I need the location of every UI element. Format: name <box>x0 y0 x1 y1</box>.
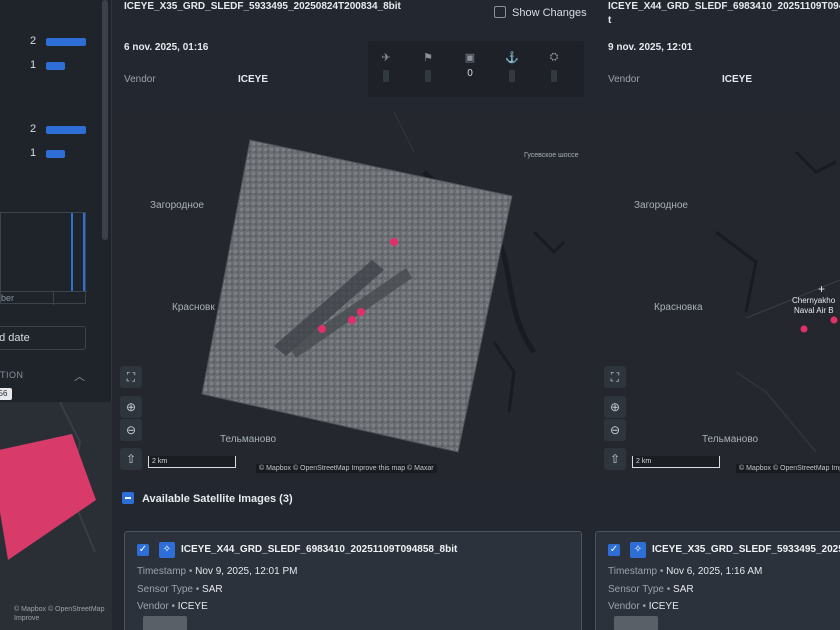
vendor-row: Vendor • ICEYE <box>137 601 208 612</box>
image-card-title: ICEYE_X35_GRD_SLEDF_5933495_20250 <box>652 544 840 555</box>
image-card[interactable]: ✓ ✧ ICEYE_X44_GRD_SLEDF_6983410_20251109… <box>124 531 582 630</box>
map-attribution[interactable]: © Mapbox © OpenStreetMap Improve this ma… <box>736 464 840 473</box>
map-place-label: Тельманово <box>702 434 759 445</box>
divider <box>1 291 87 292</box>
satellite-image-overlay <box>201 139 513 453</box>
end-date-button[interactable]: nd date <box>0 326 86 350</box>
airport-icon: + <box>818 282 826 296</box>
map-attribution[interactable]: © Mapbox © OpenStreetMap Improve <box>14 605 112 623</box>
plane-icon[interactable]: ✈ <box>376 51 396 82</box>
right-image-title: ICEYE_X44_GRD_SLEDF_6983410_20251109T094… <box>608 1 840 26</box>
checkbox-icon[interactable] <box>494 6 506 18</box>
sidebar-scrollbar[interactable] <box>102 0 108 240</box>
left-vendor-value: ICEYE <box>238 74 269 85</box>
compass-button[interactable]: ⇧ <box>120 448 142 470</box>
sidebar-mini-map[interactable] <box>0 402 112 630</box>
map-place-label: Гусевское шоссе <box>524 152 579 159</box>
count-badge: 56 <box>0 388 12 400</box>
detection-marker <box>318 325 326 333</box>
sensor-row: Sensor Type • SAR <box>608 584 694 595</box>
detection-marker <box>800 325 808 333</box>
image-thumbnail[interactable] <box>143 616 187 630</box>
area-of-interest-polygon <box>0 434 96 560</box>
show-changes-toggle[interactable]: Show Changes <box>494 6 587 19</box>
zoom-in-button[interactable]: ⊕ <box>604 396 626 418</box>
timeline-bar <box>71 213 73 291</box>
checkbox-checked-icon[interactable]: ✓ <box>137 544 149 556</box>
histogram-bar <box>46 126 86 134</box>
zoom-in-button[interactable]: ⊕ <box>120 396 142 418</box>
map-scale: 2 km <box>632 456 720 468</box>
detection-marker <box>357 308 365 316</box>
map-place-label: Красновк <box>172 302 215 313</box>
histogram-bar <box>46 38 86 46</box>
timeline-label: ber <box>1 293 15 303</box>
mini-map-graphic <box>0 402 96 560</box>
sensor-row: Sensor Type • SAR <box>137 584 223 595</box>
left-image-title: ICEYE_X35_GRD_SLEDF_5933495_20250824T200… <box>124 1 401 12</box>
map-place-label: Naval Air B <box>794 306 834 315</box>
right-image-date: 9 nov. 2025, 12:01 <box>608 42 693 53</box>
infrastructure-icon[interactable]: ⛭ <box>544 51 564 82</box>
timeline-bar <box>83 213 85 291</box>
image-card[interactable]: ✓ ✧ ICEYE_X35_GRD_SLEDF_5933495_20250 Ti… <box>595 531 840 630</box>
satellite-icon: ✧ <box>159 542 175 558</box>
histogram-row[interactable]: 1 <box>0 147 100 161</box>
collapse-icon[interactable] <box>122 492 134 504</box>
left-map[interactable]: Гусевское шоссе Загородное Красновк Тель… <box>114 112 594 478</box>
timestamp-row: Timestamp • Nov 9, 2025, 12:01 PM <box>137 566 298 577</box>
timestamp-row: Timestamp • Nov 6, 2025, 1:16 AM <box>608 566 763 577</box>
histogram-row[interactable]: 2 <box>0 35 100 49</box>
detection-marker <box>390 238 398 246</box>
right-map[interactable]: Загородное Красновка Тельманово + Cherny… <box>596 112 840 478</box>
histogram-row[interactable]: 1 <box>0 59 100 73</box>
ship-icon[interactable]: ⚓ <box>502 51 522 82</box>
right-vendor-label: Vendor <box>608 74 640 85</box>
map-place-label: Красновка <box>654 302 703 313</box>
checkbox-checked-icon[interactable]: ✓ <box>608 544 620 556</box>
timeline-panel: ber <box>0 212 87 305</box>
show-changes-label: Show Changes <box>512 7 587 19</box>
histogram-bar <box>46 150 65 158</box>
helicopter-icon[interactable]: ⚑ <box>418 51 438 82</box>
compass-button[interactable]: ⇧ <box>604 448 626 470</box>
satellite-icon: ✧ <box>630 542 646 558</box>
zoom-out-button[interactable]: ⊖ <box>120 419 142 441</box>
left-image-date: 6 nov. 2025, 01:16 <box>124 42 209 53</box>
right-map-graphic <box>715 150 840 453</box>
fit-bounds-button[interactable]: ⛶ <box>120 366 142 388</box>
image-thumbnail[interactable] <box>614 616 658 630</box>
vehicle-icon[interactable]: ▣ 0 <box>460 51 480 79</box>
vendor-row: Vendor • ICEYE <box>608 601 679 612</box>
map-place-label: Chernyakho <box>792 296 836 305</box>
detection-toolstrip: ✈ ⚑ ▣ 0 ⚓ ⛭ <box>368 41 584 97</box>
divider <box>53 291 54 305</box>
histogram-bar <box>46 62 65 70</box>
left-sidebar: 2 1 2 1 ber nd date TION ︿ 56 <box>0 0 112 630</box>
left-vendor-label: Vendor <box>124 74 156 85</box>
chevron-up-icon[interactable]: ︿ <box>74 368 85 384</box>
image-card-title: ICEYE_X44_GRD_SLEDF_6983410_20251109T094… <box>181 544 458 555</box>
map-place-label: Загородное <box>150 200 204 211</box>
map-place-label: Загородное <box>634 200 688 211</box>
fit-bounds-button[interactable]: ⛶ <box>604 366 626 388</box>
left-map-graphic <box>201 112 566 453</box>
detection-marker <box>830 316 838 324</box>
map-place-label: Тельманово <box>220 434 277 445</box>
available-images-header[interactable]: Available Satellite Images (3) <box>122 492 293 505</box>
detection-marker <box>348 316 356 324</box>
right-vendor-value: ICEYE <box>722 74 753 85</box>
map-attribution[interactable]: © Mapbox © OpenStreetMap Improve this ma… <box>256 464 437 473</box>
map-scale: 2 km <box>148 456 236 468</box>
detection-count: 0 <box>467 68 473 79</box>
histogram-row[interactable]: 2 <box>0 123 100 137</box>
zoom-out-button[interactable]: ⊖ <box>604 419 626 441</box>
